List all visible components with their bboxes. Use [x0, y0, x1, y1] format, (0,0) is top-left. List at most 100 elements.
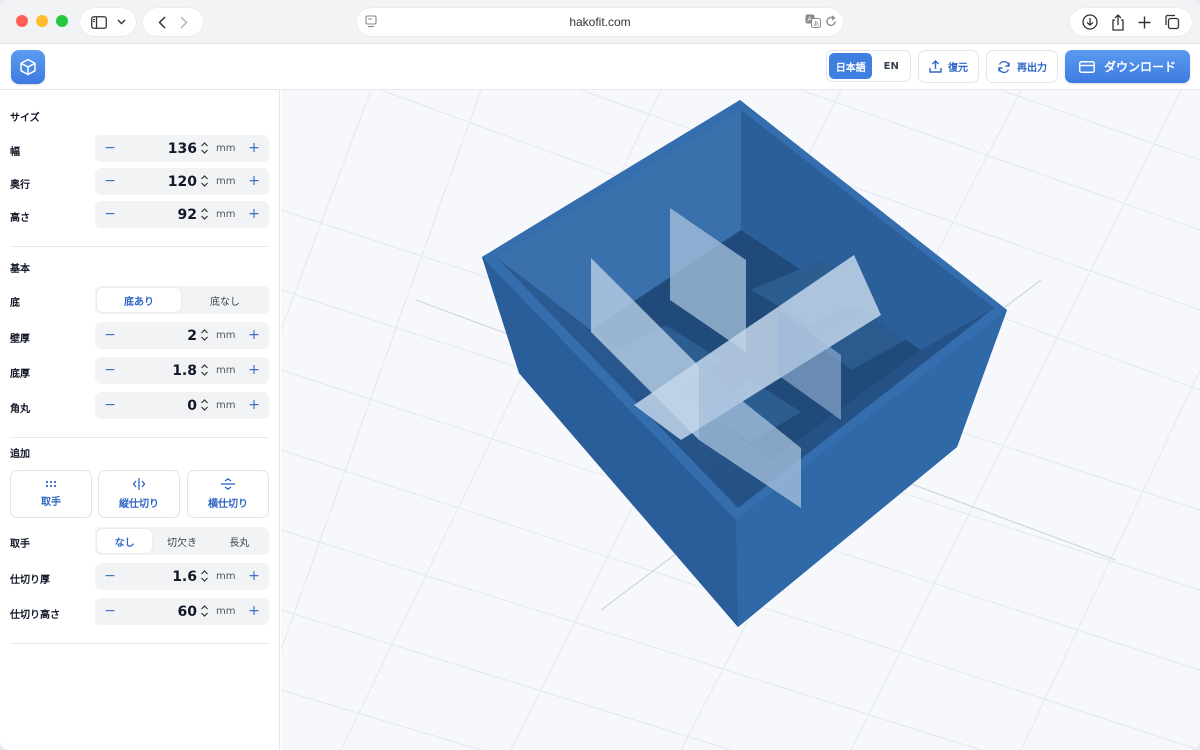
divider-thickness-increment-button[interactable]: +	[245, 566, 263, 586]
divider-height-increment-button[interactable]: +	[245, 601, 263, 621]
box-preview-canvas[interactable]	[281, 90, 1200, 750]
new-tab-icon[interactable]	[1138, 16, 1151, 29]
reload-icon[interactable]	[825, 15, 837, 28]
cube-icon	[20, 58, 36, 76]
add-horizontal-divider-label: 横仕切り	[208, 499, 248, 510]
sidebar-toggle-button[interactable]	[80, 8, 136, 36]
depth-value[interactable]: 120	[168, 174, 197, 190]
language-switcher: 日本語 EN	[826, 50, 911, 82]
add-handle-button[interactable]: 取手	[10, 470, 92, 518]
corner-increment-button[interactable]: +	[245, 395, 263, 415]
app-logo[interactable]	[11, 50, 45, 84]
width-value[interactable]: 136	[168, 141, 197, 157]
divider-thickness-value[interactable]: 1.6	[172, 569, 197, 585]
horizontal-split-icon	[221, 478, 235, 490]
height-increment-button[interactable]: +	[245, 204, 263, 224]
bottom-thickness-stepper[interactable]: − 1.8 mm +	[95, 357, 269, 384]
spinner-icon[interactable]	[200, 141, 209, 155]
vertical-split-icon	[132, 478, 146, 490]
address-bar[interactable]: hakofit.com Aあ	[357, 8, 843, 36]
divider-thickness-stepper[interactable]: − 1.6 mm +	[95, 563, 269, 590]
bottom-toggle: 底あり 底なし	[95, 286, 269, 314]
corner-decrement-button[interactable]: −	[101, 395, 119, 415]
width-stepper[interactable]: − 136 mm +	[95, 135, 269, 162]
depth-increment-button[interactable]: +	[245, 171, 263, 191]
divider-height-value[interactable]: 60	[178, 604, 197, 620]
handle-option-oval[interactable]: 長丸	[212, 529, 267, 553]
handle-option-notch[interactable]: 切欠き	[154, 529, 209, 553]
depth-decrement-button[interactable]: −	[101, 171, 119, 191]
height-stepper[interactable]: − 92 mm +	[95, 201, 269, 228]
back-arrow-icon[interactable]	[158, 15, 166, 29]
add-handle-label: 取手	[41, 497, 61, 508]
height-value[interactable]: 92	[178, 207, 197, 223]
lang-ja-button[interactable]: 日本語	[829, 53, 873, 79]
restore-button[interactable]: 復元	[918, 50, 979, 83]
upload-icon	[929, 60, 942, 73]
height-unit: mm	[216, 209, 236, 220]
add-vertical-divider-label: 縦仕切り	[119, 499, 159, 510]
spinner-icon[interactable]	[200, 569, 209, 583]
spinner-icon[interactable]	[200, 363, 209, 377]
reexport-label: 再出力	[1017, 63, 1047, 74]
divider-height-stepper[interactable]: − 60 mm +	[95, 598, 269, 625]
height-decrement-button[interactable]: −	[101, 204, 119, 224]
bottom-thickness-increment-button[interactable]: +	[245, 360, 263, 380]
add-vertical-divider-button[interactable]: 縦仕切り	[98, 470, 180, 518]
divider-height-decrement-button[interactable]: −	[101, 601, 119, 621]
corner-radius-unit: mm	[216, 400, 236, 411]
spinner-icon[interactable]	[200, 604, 209, 618]
divider-thickness-decrement-button[interactable]: −	[101, 566, 119, 586]
forward-arrow-icon[interactable]	[180, 15, 188, 29]
handle-type-toggle: なし 切欠き 長丸	[95, 527, 269, 555]
divider	[10, 246, 269, 247]
downloads-icon[interactable]	[1082, 14, 1099, 30]
divider-height-label: 仕切り高さ	[10, 610, 60, 621]
spinner-icon[interactable]	[200, 174, 209, 188]
sidebar-icon	[90, 15, 107, 29]
width-decrement-button[interactable]: −	[101, 138, 119, 158]
depth-stepper[interactable]: − 120 mm +	[95, 168, 269, 195]
restore-label: 復元	[948, 63, 968, 74]
depth-label: 奥行	[10, 180, 30, 191]
wall-thickness-value[interactable]: 2	[187, 328, 197, 344]
close-window-button[interactable]	[16, 15, 28, 27]
share-icon[interactable]	[1111, 13, 1125, 31]
bottom-option-with[interactable]: 底あり	[97, 288, 181, 312]
wall-decrement-button[interactable]: −	[101, 325, 119, 345]
wall-thickness-label: 壁厚	[10, 334, 30, 345]
section-title-add: 追加	[10, 449, 30, 460]
minimize-window-button[interactable]	[36, 15, 48, 27]
bottom-thickness-label: 底厚	[10, 369, 30, 380]
3d-viewport[interactable]	[281, 90, 1200, 750]
browser-window: hakofit.com Aあ 日本語 EN 復元 再出力 ダウンロード サイズ …	[0, 0, 1200, 750]
width-increment-button[interactable]: +	[245, 138, 263, 158]
spinner-icon[interactable]	[200, 328, 209, 342]
download-label: ダウンロード	[1103, 60, 1176, 74]
maximize-window-button[interactable]	[56, 15, 68, 27]
corner-radius-value[interactable]: 0	[187, 398, 197, 414]
chevron-down-icon[interactable]	[117, 19, 126, 25]
download-button[interactable]: ダウンロード	[1065, 50, 1190, 83]
wall-increment-button[interactable]: +	[245, 325, 263, 345]
bottom-thickness-decrement-button[interactable]: −	[101, 360, 119, 380]
bottom-option-without[interactable]: 底なし	[183, 288, 267, 312]
bottom-thickness-value[interactable]: 1.8	[172, 363, 197, 379]
spinner-icon[interactable]	[200, 207, 209, 221]
divider-height-unit: mm	[216, 606, 236, 617]
spinner-icon[interactable]	[200, 398, 209, 412]
tab-overview-icon[interactable]	[1164, 14, 1180, 30]
section-title-size: サイズ	[10, 113, 40, 124]
wall-thickness-stepper[interactable]: − 2 mm +	[95, 322, 269, 349]
corner-radius-stepper[interactable]: − 0 mm +	[95, 392, 269, 419]
divider-thickness-label: 仕切り厚	[10, 575, 50, 586]
translate-icon[interactable]: Aあ	[805, 14, 821, 28]
divider	[10, 437, 269, 438]
height-label: 高さ	[10, 213, 30, 224]
width-label: 幅	[10, 147, 20, 158]
reexport-button[interactable]: 再出力	[986, 50, 1058, 83]
add-horizontal-divider-button[interactable]: 横仕切り	[187, 470, 269, 518]
lang-en-button[interactable]: EN	[874, 53, 908, 79]
handle-option-none[interactable]: なし	[97, 529, 153, 553]
refresh-icon	[998, 60, 1010, 73]
